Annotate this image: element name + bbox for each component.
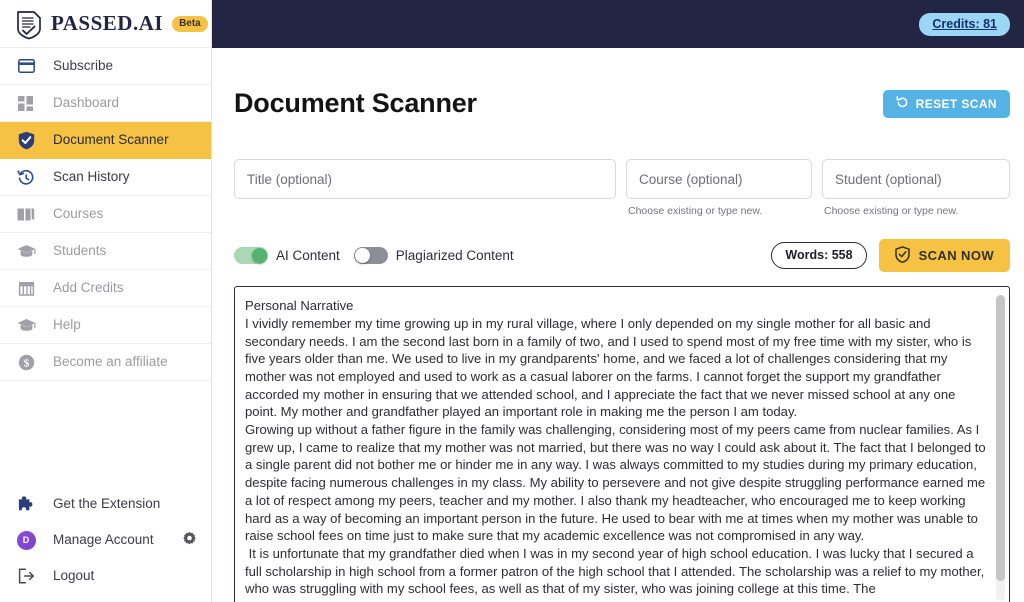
course-input[interactable]: [626, 159, 812, 200]
store-icon: [15, 278, 37, 298]
title-row: Document Scanner RESET SCAN: [234, 70, 1010, 137]
dollar-circle-icon: $: [15, 352, 37, 372]
top-bar: Credits: 81: [212, 0, 1024, 48]
toggles-group: AI Content Plagiarized Content: [234, 247, 514, 265]
sidebar-item-label: Subscribe: [53, 58, 114, 74]
sidebar-item-label: Students: [53, 243, 107, 259]
course-field-wrapper: Choose existing or type new.: [626, 159, 812, 217]
refresh-icon: [896, 95, 909, 112]
sidebar-item-become-an-affiliate[interactable]: $ Become an affiliate: [0, 344, 211, 381]
sidebar: PASSED.AI Beta Subscribe Dashboard Docum…: [0, 0, 212, 602]
main-panel: Credits: 81 Document Scanner RESET SCAN: [212, 0, 1024, 602]
word-count-badge: Words: 558: [771, 242, 867, 270]
fields-row: Choose existing or type new. Choose exis…: [234, 159, 1010, 217]
sidebar-item-manage-account[interactable]: D Manage Account: [0, 522, 211, 558]
shield-check-icon: [894, 245, 910, 266]
switch-knob: [252, 248, 267, 264]
sidebar-item-students[interactable]: Students: [0, 233, 211, 270]
logout-icon: [15, 566, 37, 586]
beta-badge: Beta: [172, 15, 208, 32]
controls-row: AI Content Plagiarized Content Words: 55…: [234, 239, 1010, 273]
student-field-wrapper: Choose existing or type new.: [822, 159, 1010, 217]
graduation-cap-icon: [15, 241, 37, 261]
main-content: Document Scanner RESET SCAN Title (optio…: [212, 48, 1024, 602]
grid-icon: [15, 93, 37, 113]
credit-card-icon: [15, 56, 37, 76]
graduation-cap-icon: [15, 315, 37, 335]
sidebar-item-scan-history[interactable]: Scan History: [0, 159, 211, 196]
shield-check-icon: [15, 130, 37, 150]
editor-scrollbar[interactable]: [996, 295, 1005, 602]
sidebar-item-label: Dashboard: [53, 95, 120, 111]
brand-logo[interactable]: PASSED.AI Beta: [0, 0, 211, 48]
ai-content-label: AI Content: [276, 248, 340, 264]
plagiarized-content-toggle[interactable]: Plagiarized Content: [353, 247, 514, 265]
sidebar-item-label: Get the Extension: [53, 496, 161, 512]
right-controls: Words: 558 SCAN NOW: [771, 239, 1010, 273]
sidebar-item-dashboard[interactable]: Dashboard: [0, 85, 211, 122]
scan-now-label: SCAN NOW: [918, 248, 994, 264]
sidebar-item-label: Help: [53, 317, 81, 333]
ai-content-toggle[interactable]: AI Content: [234, 247, 340, 265]
reset-scan-label: RESET SCAN: [915, 96, 997, 111]
title-input[interactable]: [234, 159, 616, 200]
switch-knob: [354, 248, 370, 264]
sidebar-item-label: Courses: [53, 206, 104, 222]
document-heading: Personal Narrative: [245, 298, 354, 314]
student-hint: Choose existing or type new.: [824, 205, 959, 218]
sidebar-item-document-scanner[interactable]: Document Scanner: [0, 122, 211, 159]
ai-content-switch[interactable]: [234, 247, 268, 265]
student-input[interactable]: [822, 159, 1010, 200]
sidebar-item-label: Logout: [53, 568, 95, 584]
course-hint: Choose existing or type new.: [628, 205, 763, 218]
sidebar-item-label: Document Scanner: [53, 132, 169, 148]
svg-text:$: $: [23, 357, 29, 369]
sidebar-item-subscribe[interactable]: Subscribe: [0, 48, 211, 85]
sidebar-item-label: Manage Account: [53, 532, 154, 548]
avatar-icon: D: [15, 530, 37, 550]
puzzle-piece-icon: [15, 494, 37, 514]
shield-document-check-icon: [14, 8, 44, 40]
avatar-letter: D: [16, 530, 36, 550]
credits-badge[interactable]: Credits: 81: [919, 12, 1010, 36]
document-editor[interactable]: Personal Narrative I vividly remember my…: [234, 286, 1010, 602]
app-root: PASSED.AI Beta Subscribe Dashboard Docum…: [0, 0, 1024, 602]
title-field-wrapper: [234, 159, 616, 200]
editor-scrollbar-thumb[interactable]: [996, 295, 1005, 582]
sidebar-item-get-the-extension[interactable]: Get the Extension: [0, 486, 211, 522]
sidebar-item-add-credits[interactable]: Add Credits: [0, 270, 211, 307]
plagiarized-content-switch[interactable]: [353, 247, 388, 265]
sidebar-item-help[interactable]: Help: [0, 307, 211, 344]
sidebar-nav: Subscribe Dashboard Document Scanner Sca…: [0, 48, 211, 381]
gear-icon[interactable]: [182, 531, 197, 549]
sidebar-item-logout[interactable]: Logout: [0, 558, 211, 594]
plagiarized-content-label: Plagiarized Content: [395, 248, 514, 264]
page-title: Document Scanner: [234, 88, 477, 119]
brand-name: PASSED.AI: [51, 11, 164, 35]
scan-now-button[interactable]: SCAN NOW: [878, 239, 1010, 273]
sidebar-item-label: Add Credits: [53, 280, 124, 296]
sidebar-item-label: Become an affiliate: [53, 354, 168, 370]
sidebar-bottom-nav: Get the Extension D Manage Account Logou…: [0, 486, 211, 602]
document-body: I vividly remember my time growing up in…: [245, 315, 986, 597]
reset-scan-button[interactable]: RESET SCAN: [882, 89, 1010, 118]
sidebar-item-label: Scan History: [53, 169, 130, 185]
sidebar-item-courses[interactable]: Courses: [0, 196, 211, 233]
history-clock-icon: [15, 167, 37, 187]
document-editor-inner: Personal Narrative I vividly remember my…: [235, 287, 1009, 602]
book-icon: [15, 204, 37, 224]
